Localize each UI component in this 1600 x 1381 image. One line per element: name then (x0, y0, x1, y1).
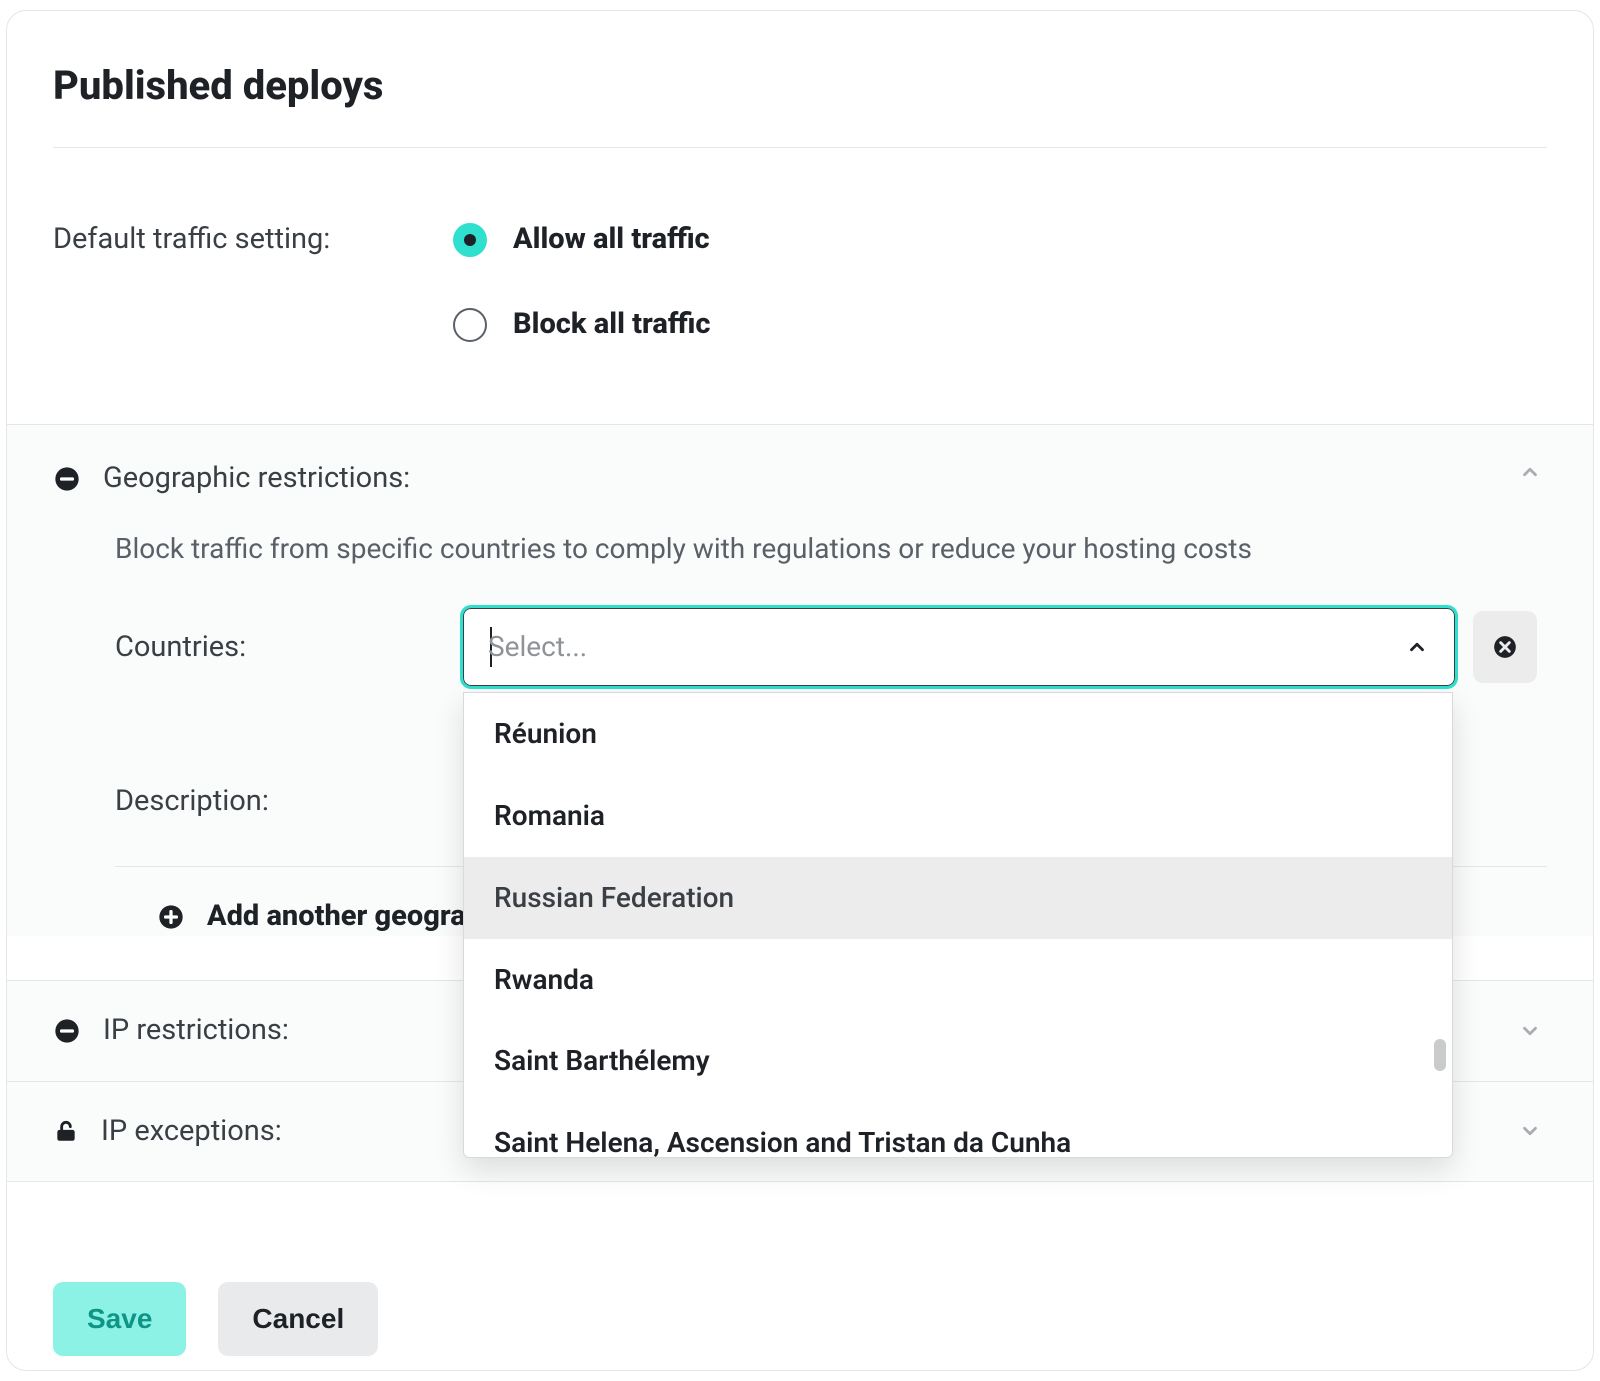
geographic-restrictions-section: Geographic restrictions: Block traffic f… (7, 424, 1593, 936)
radio-allow-label: Allow all traffic (513, 220, 710, 259)
geo-title: Geographic restrictions: (103, 459, 410, 498)
plus-circle-icon (157, 903, 185, 931)
form-footer: Save Cancel (53, 1282, 1547, 1356)
country-option[interactable]: Réunion (464, 693, 1452, 775)
cancel-button[interactable]: Cancel (218, 1282, 378, 1356)
save-button[interactable]: Save (53, 1282, 186, 1356)
default-traffic-row: Default traffic setting: Allow all traff… (53, 220, 1547, 344)
remove-restriction-button[interactable] (1473, 611, 1537, 683)
radio-allow-all-traffic[interactable]: Allow all traffic (453, 220, 1547, 259)
geo-description: Block traffic from specific countries to… (115, 530, 1547, 568)
title-divider (53, 147, 1547, 148)
unlock-icon (53, 1118, 79, 1144)
chevron-down-icon (1519, 1020, 1541, 1042)
default-traffic-options: Allow all traffic Block all traffic (453, 220, 1547, 344)
geographic-restrictions-header[interactable]: Geographic restrictions: (53, 425, 1547, 518)
radio-block-all-traffic[interactable]: Block all traffic (453, 305, 1547, 344)
country-option[interactable]: Rwanda (464, 939, 1452, 1021)
scrollbar-thumb[interactable] (1434, 1039, 1446, 1071)
countries-row: Countries: Select... RéunionRomaniaRussi… (115, 608, 1547, 686)
country-option[interactable]: Russian Federation (464, 857, 1452, 939)
radio-indicator-icon (453, 223, 487, 257)
description-label: Description: (115, 782, 445, 821)
minus-circle-icon (53, 1017, 81, 1045)
radio-block-label: Block all traffic (513, 305, 710, 344)
countries-label: Countries: (115, 608, 445, 667)
close-circle-icon (1492, 634, 1518, 660)
countries-dropdown: RéunionRomaniaRussian FederationRwandaSa… (463, 692, 1453, 1158)
countries-select-wrap: Select... RéunionRomaniaRussian Federati… (463, 608, 1455, 686)
radio-indicator-icon (453, 308, 487, 342)
chevron-up-icon (1519, 461, 1541, 483)
page-title: Published deploys (53, 59, 1547, 113)
ip-exceptions-title: IP exceptions: (101, 1112, 282, 1151)
country-option[interactable]: Saint Helena, Ascension and Tristan da C… (464, 1102, 1452, 1158)
country-option[interactable]: Saint Barthélemy (464, 1020, 1452, 1102)
published-deploys-card: Published deploys Default traffic settin… (6, 10, 1594, 1371)
default-traffic-label: Default traffic setting: (53, 220, 453, 344)
ip-restrictions-title: IP restrictions: (103, 1011, 289, 1050)
chevron-down-icon (1519, 1120, 1541, 1142)
countries-dropdown-list[interactable]: RéunionRomaniaRussian FederationRwandaSa… (464, 693, 1452, 1158)
countries-select-placeholder: Select... (488, 628, 587, 666)
chevron-up-icon (1406, 636, 1428, 658)
minus-circle-icon (53, 465, 81, 493)
country-option[interactable]: Romania (464, 775, 1452, 857)
countries-select[interactable]: Select... (463, 608, 1455, 686)
